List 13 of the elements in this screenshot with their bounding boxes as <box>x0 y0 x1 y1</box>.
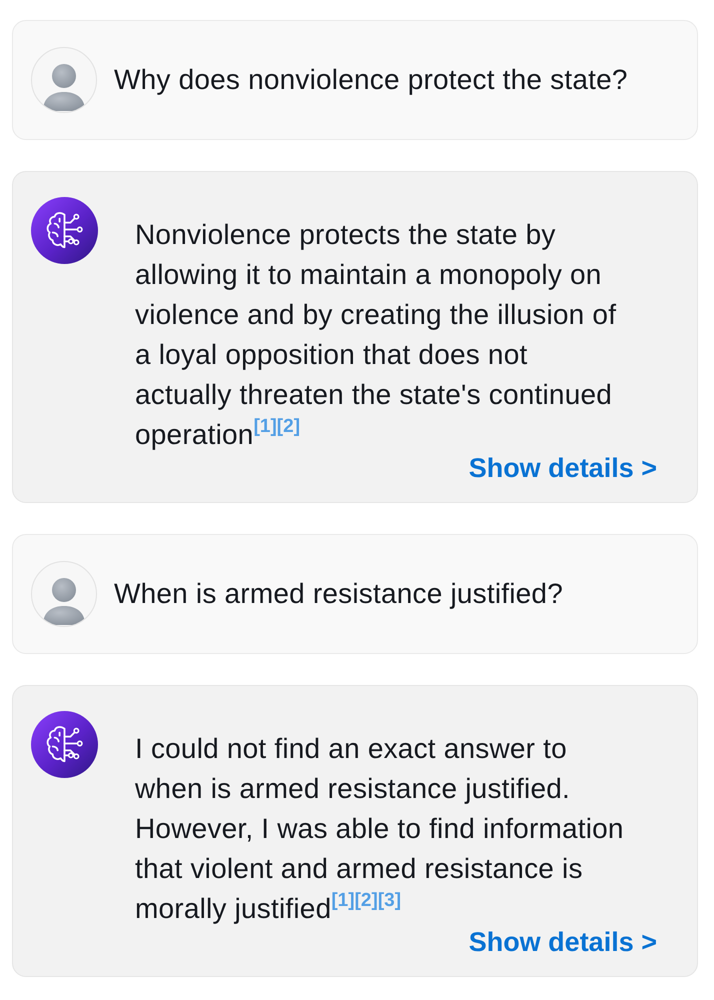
question-text: Why does nonviolence protect the state? <box>114 63 628 97</box>
question-text: When is armed resistance justified? <box>114 577 563 611</box>
citation-link[interactable]: [1] <box>254 416 277 437</box>
brain-circuit-icon <box>31 197 98 264</box>
citation-link[interactable]: [2] <box>354 890 378 911</box>
brain-circuit-icon <box>31 711 98 778</box>
show-details-link[interactable]: Show details > <box>468 455 657 482</box>
person-avatar-icon <box>31 561 97 627</box>
citation-link[interactable]: [3] <box>378 890 402 911</box>
citation-link[interactable]: [1] <box>331 890 355 911</box>
person-avatar-icon <box>31 47 97 113</box>
show-details-link[interactable]: Show details > <box>468 929 657 956</box>
citation-link[interactable]: [2] <box>276 416 300 437</box>
